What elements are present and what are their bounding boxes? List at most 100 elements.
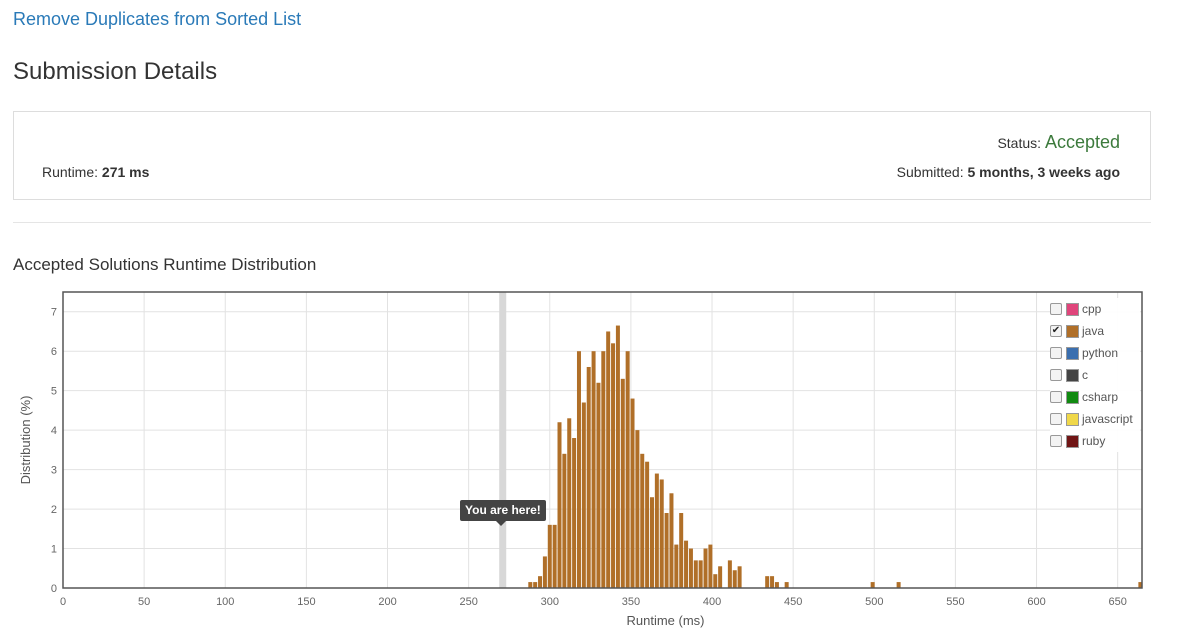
bar-java [659, 479, 664, 588]
legend-item-javascript[interactable]: javascript [1050, 408, 1140, 430]
legend-item-cpp[interactable]: cpp [1050, 298, 1140, 320]
bar-java [732, 570, 737, 588]
runtime-marker-band [499, 292, 507, 588]
bar-java [620, 378, 625, 588]
bar-java [640, 453, 645, 588]
legend-label-c: c [1082, 368, 1088, 382]
bar-java [664, 513, 669, 588]
bar-java [645, 461, 650, 588]
bar-java [713, 574, 718, 588]
y-tick-label: 4 [51, 425, 57, 437]
legend-checkbox-java[interactable]: ✔ [1050, 325, 1062, 337]
bar-java [765, 576, 770, 588]
submitted-row: Submitted: 5 months, 3 weeks ago [897, 164, 1120, 180]
legend-item-c[interactable]: c [1050, 364, 1140, 386]
bar-java [703, 548, 708, 588]
legend-checkbox-python[interactable] [1050, 347, 1062, 359]
x-tick-label: 250 [459, 596, 477, 608]
submitted-value: 5 months, 3 weeks ago [967, 164, 1121, 180]
runtime-value: 271 ms [101, 164, 150, 180]
status-label: Status: [997, 135, 1042, 151]
x-axis-label: Runtime (ms) [626, 613, 704, 628]
legend-label-python: python [1082, 346, 1119, 360]
legend-checkbox-cpp[interactable] [1050, 303, 1062, 315]
page-title: Submission Details [13, 58, 218, 85]
x-tick-label: 550 [946, 596, 964, 608]
legend-item-ruby[interactable]: ruby [1050, 430, 1140, 452]
bar-java [698, 560, 703, 588]
bar-java [679, 513, 684, 588]
bar-java [688, 548, 693, 588]
bar-java [601, 351, 606, 588]
bar-java [538, 576, 543, 588]
bar-java [635, 430, 640, 588]
legend-checkbox-ruby[interactable] [1050, 435, 1062, 447]
y-tick-label: 7 [51, 307, 57, 319]
legend-swatch-csharp [1066, 390, 1079, 404]
x-tick-label: 600 [1027, 596, 1045, 608]
section-title: Accepted Solutions Runtime Distribution [13, 255, 317, 274]
x-tick-label: 350 [622, 596, 640, 608]
y-tick-label: 2 [51, 504, 57, 516]
legend-swatch-ruby [1066, 434, 1079, 448]
runtime-label: Runtime: [42, 164, 99, 180]
legend-swatch-python [1066, 346, 1079, 360]
bar-java [562, 453, 567, 588]
bar-java [674, 544, 679, 588]
x-tick-label: 100 [216, 596, 234, 608]
bar-java [596, 382, 601, 588]
legend-item-java[interactable]: ✔ java [1050, 320, 1140, 342]
bar-java [649, 497, 654, 588]
submission-details-panel: Status: Accepted Runtime: 271 ms Submitt… [13, 111, 1151, 200]
bar-java [737, 566, 742, 588]
legend-swatch-c [1066, 368, 1079, 382]
bar-java [528, 582, 533, 588]
bar-java [591, 351, 596, 588]
y-axis-label: Distribution (%) [18, 396, 33, 485]
legend-checkbox-javascript[interactable] [1050, 413, 1062, 425]
bar-java [630, 398, 635, 588]
bar-java [684, 540, 689, 588]
bar-java [586, 366, 591, 588]
bar-java [576, 351, 581, 588]
x-tick-label: 50 [138, 596, 150, 608]
bar-java [547, 524, 552, 588]
legend-item-python[interactable]: python [1050, 342, 1140, 364]
bar-java [693, 560, 698, 588]
y-tick-label: 0 [51, 583, 57, 595]
x-tick-label: 300 [541, 596, 559, 608]
legend-checkbox-csharp[interactable] [1050, 391, 1062, 403]
legend-label-javascript: javascript [1082, 412, 1133, 426]
x-tick-label: 450 [784, 596, 802, 608]
status-row: Status: Accepted [997, 132, 1120, 153]
bar-java [669, 493, 674, 588]
section-divider [13, 222, 1151, 223]
legend-swatch-cpp [1066, 302, 1079, 316]
bar-java [542, 556, 547, 588]
x-tick-label: 200 [378, 596, 396, 608]
bar-java [870, 582, 875, 588]
legend-label-ruby: ruby [1082, 434, 1106, 448]
y-tick-label: 3 [51, 465, 57, 477]
x-tick-label: 500 [865, 596, 883, 608]
bar-java [896, 582, 901, 588]
problem-title-link[interactable]: Remove Duplicates from Sorted List [13, 9, 301, 30]
bar-java [552, 524, 557, 588]
bar-java [572, 438, 577, 588]
status-value: Accepted [1044, 132, 1120, 152]
legend-checkbox-c[interactable] [1050, 369, 1062, 381]
bar-java [625, 351, 630, 588]
x-tick-label: 150 [297, 596, 315, 608]
bar-java [581, 402, 586, 588]
bar-java [727, 560, 732, 588]
bar-java [567, 418, 572, 588]
legend-item-csharp[interactable]: csharp [1050, 386, 1140, 408]
bar-java [774, 582, 779, 588]
y-tick-label: 5 [51, 386, 57, 398]
bar-java [533, 582, 538, 588]
bar-java [606, 331, 611, 588]
runtime-row: Runtime: 271 ms [42, 164, 149, 180]
legend-swatch-java [1066, 324, 1079, 338]
x-tick-label: 650 [1108, 596, 1126, 608]
legend-label-csharp: csharp [1082, 390, 1119, 404]
